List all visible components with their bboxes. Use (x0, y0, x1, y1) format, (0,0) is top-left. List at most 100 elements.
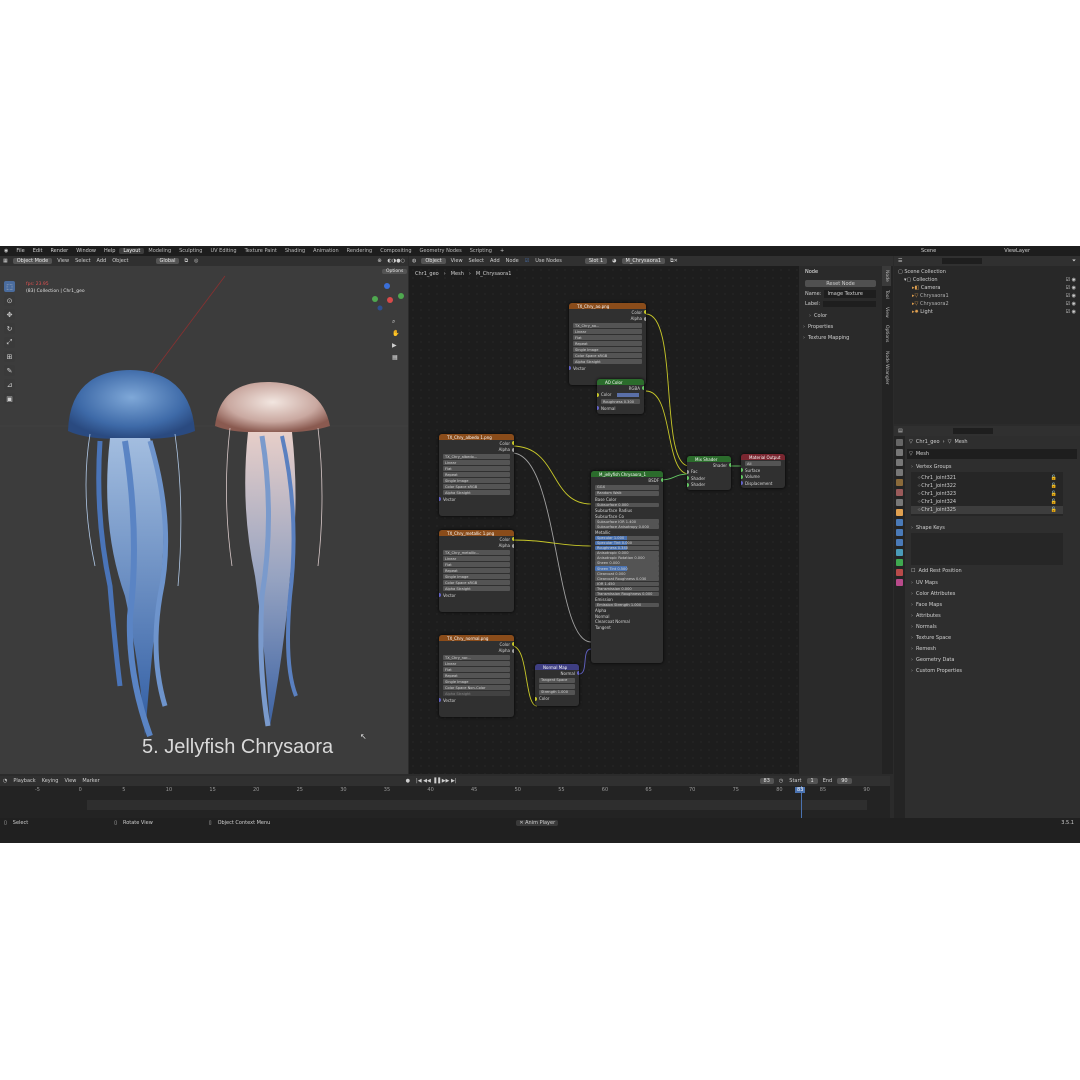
vertex-group-item[interactable]: ⁘ Chr1_joint324 🔓 (911, 498, 1063, 506)
node-tex-metallic[interactable]: TX_Chry_metallic 1.png Color Alpha TX_Ch… (439, 530, 514, 612)
alpha-mode-dropdown[interactable]: Alpha Straight (443, 586, 510, 591)
node-tex-normal[interactable]: TX_Chry_normal.png Color Alpha TX_Chry_n… (439, 635, 514, 717)
node-normal-map[interactable]: Normal Map Normal Tangent Space Strength… (535, 664, 579, 706)
geometry-data-section[interactable]: Geometry Data (907, 654, 1077, 665)
filter-icon[interactable]: ⏷ (1072, 258, 1076, 264)
alpha-mode-dropdown[interactable]: Alpha Straight (573, 359, 642, 364)
color-space-dropdown[interactable]: Color Space sRGB (443, 484, 510, 489)
tab-rendering[interactable]: Rendering (343, 248, 377, 254)
add-cube-tool-icon[interactable]: ▣ (4, 393, 15, 404)
socket-icon[interactable] (687, 476, 689, 481)
lock-icon[interactable]: 🔓 (1051, 491, 1063, 497)
mode-dropdown[interactable]: Object Mode (12, 258, 53, 264)
select-tool-icon[interactable]: ⬚ (4, 281, 15, 292)
socket-icon[interactable] (644, 316, 646, 321)
current-frame-field[interactable]: 83 (759, 778, 774, 784)
bsdf-input-5[interactable]: Subsurface Anisotropy 0.000 (595, 524, 659, 530)
socket-icon[interactable] (512, 441, 514, 446)
anim-player-button[interactable]: ✕ Anim Player (516, 820, 559, 826)
outliner-editor-icon[interactable]: ☰ (898, 258, 902, 264)
options-dropdown[interactable]: Options (382, 269, 408, 274)
vertex-groups-section[interactable]: Vertex Groups (907, 461, 1077, 472)
socket-icon[interactable] (512, 537, 514, 542)
bsdf-input-10[interactable]: Anisotropic 0.000 (595, 550, 659, 556)
vertex-group-item[interactable]: ⁘ Chr1_joint322 🔓 (911, 482, 1063, 490)
shader-editor-icon[interactable]: ◍ (409, 258, 419, 264)
source-dropdown[interactable]: Single Image (443, 679, 510, 684)
projection-dropdown[interactable]: Flat (443, 466, 510, 471)
lock-icon[interactable]: 🔓 (1051, 483, 1063, 489)
transform-orientation-dropdown[interactable]: Global (155, 258, 180, 264)
jellyfish-pink[interactable] (215, 381, 330, 727)
snap-icon[interactable]: ⧉ (181, 258, 191, 264)
socket-icon[interactable] (512, 447, 514, 452)
clock-icon[interactable]: ◷ (776, 778, 786, 784)
alpha-mode-dropdown[interactable]: Alpha Straight (443, 691, 510, 696)
add-workspace-button[interactable]: + (496, 248, 508, 254)
node-ao-color[interactable]: AO Color RGBA Color Roughness 0.300 Norm… (597, 379, 644, 414)
properties-editor-icon[interactable]: ▤ (898, 428, 903, 434)
node-tex-ao[interactable]: TX_Chry_ao.png Color Alpha TX_Chry_ao...… (569, 303, 646, 385)
socket-icon[interactable] (729, 463, 731, 468)
bsdf-input-24[interactable]: Tangent (591, 625, 663, 631)
timeline-editor-icon[interactable]: ◔ (0, 778, 10, 784)
socket-icon[interactable] (644, 310, 646, 315)
visibility-icon[interactable]: ☑ ◉ (1066, 284, 1076, 292)
vertex-group-item[interactable]: ⁘ Chr1_joint325 🔓 (911, 506, 1063, 514)
node-menu-add[interactable]: Add (487, 258, 503, 264)
menu-render[interactable]: Render (46, 248, 72, 254)
outliner-item[interactable]: ▸▽ Chrysaora2 ☑ ◉ (898, 300, 1076, 308)
strength-field[interactable]: Strength 1.000 (539, 689, 575, 695)
collection-tab-icon[interactable] (896, 499, 903, 506)
uv-maps-section[interactable]: UV Maps (907, 577, 1077, 588)
node-material-output[interactable]: Material Output All Surface Volume Displ… (741, 454, 785, 488)
node-editor[interactable]: Chr1_geo › Mesh › M_Chrysaora1 TX_Chry_a… (409, 266, 799, 774)
tab-compositing[interactable]: Compositing (376, 248, 415, 254)
bsdf-input-19[interactable]: Emission (591, 597, 663, 603)
source-dropdown[interactable]: Single Image (573, 347, 642, 352)
alpha-mode-dropdown[interactable]: Alpha Straight (443, 490, 510, 495)
interpolation-dropdown[interactable]: Linear (443, 661, 510, 666)
navigation-gizmo[interactable] (372, 283, 404, 311)
viewport-menu-add[interactable]: Add (94, 258, 110, 264)
timeline-menu-playback[interactable]: Playback (10, 778, 38, 784)
source-dropdown[interactable]: Single Image (443, 478, 510, 483)
scene-tab-icon[interactable] (896, 479, 903, 486)
uv-map-field[interactable] (539, 683, 575, 689)
particles-tab-icon[interactable] (896, 529, 903, 536)
properties-section[interactable]: Properties (799, 321, 882, 332)
tab-uv-editing[interactable]: UV Editing (206, 248, 240, 254)
visibility-icon[interactable]: ☑ ◉ (1066, 300, 1076, 308)
interpolation-dropdown[interactable]: Linear (443, 556, 510, 561)
custom-properties-section[interactable]: Custom Properties (907, 665, 1077, 676)
pan-hand-icon[interactable]: ✋ (392, 328, 399, 340)
lock-icon[interactable]: 🔓 (1051, 499, 1063, 505)
world-tab-icon[interactable] (896, 489, 903, 496)
image-selector[interactable]: TX_Chry_metallic... (443, 550, 510, 555)
color-space-dropdown[interactable]: Color Space Non-Color (443, 685, 510, 690)
tab-view[interactable]: View (882, 303, 891, 322)
physics-tab-icon[interactable] (896, 539, 903, 546)
render-tab-icon[interactable] (896, 449, 903, 456)
view-layer-selector[interactable]: ViewLayer (1000, 248, 1080, 254)
bsdf-input-16[interactable]: IOR 1.450 (595, 581, 659, 587)
material-actions-icon[interactable]: ⧉✕ (667, 258, 681, 264)
socket-icon[interactable] (741, 468, 743, 473)
normals-section[interactable]: Normals (907, 621, 1077, 632)
attributes-section[interactable]: Attributes (907, 610, 1077, 621)
face-maps-section[interactable]: Face Maps (907, 599, 1077, 610)
socket-icon[interactable] (577, 671, 579, 676)
mesh-data-tab-icon[interactable] (896, 559, 903, 566)
ortho-grid-icon[interactable]: ▦ (392, 352, 399, 364)
lock-icon[interactable]: 🔓 (1051, 507, 1063, 513)
bsdf-input-9[interactable]: Roughness 0.340 (595, 545, 659, 551)
zoom-icon[interactable]: ⌕ (392, 316, 399, 328)
timeline-menu-keying[interactable]: Keying (39, 778, 62, 784)
end-frame-field[interactable]: 90 (837, 778, 852, 784)
slot-dropdown[interactable]: Slot 1 (584, 258, 608, 264)
texture-mapping-section[interactable]: Texture Mapping (799, 332, 882, 343)
rotate-tool-icon[interactable]: ↻ (4, 323, 15, 334)
camera-view-icon[interactable]: ▶ (392, 340, 399, 352)
visibility-icon[interactable]: ☑ ◉ (1066, 308, 1076, 316)
bsdf-input-12[interactable]: Sheen 0.000 (595, 561, 659, 566)
